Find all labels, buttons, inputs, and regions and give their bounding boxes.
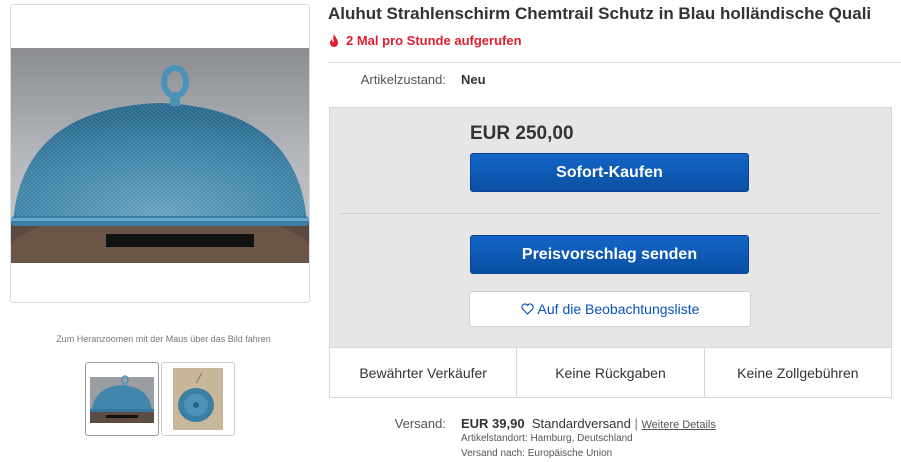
add-to-watchlist-button[interactable]: Auf die Beobachtungsliste [469,291,751,327]
thumbnail-2[interactable] [161,362,235,436]
badge-trusted-seller: Bewährter Verkäufer [330,348,518,397]
watchlist-label: Auf die Beobachtungsliste [537,301,700,317]
thumbnail-1[interactable] [85,362,159,436]
condition-label: Artikelzustand: [360,72,446,87]
shipping-price: EUR 39,90 [461,416,525,431]
fire-icon [330,33,338,47]
item-location: Artikelstandort: Hamburg, Deutschland [461,433,633,444]
shipping-details-link[interactable]: Weitere Details [641,419,715,431]
buy-now-button[interactable]: Sofort-Kaufen [470,153,749,192]
heart-icon [520,303,534,315]
shipping-separator: | [634,416,638,431]
seller-badges: Bewährter Verkäufer Keine Rückgaben Kein… [330,347,891,397]
zoom-hint: Zum Heranzoomen mit der Maus über das Bi… [56,334,271,344]
condition-value: Neu [461,72,486,87]
thumbnail-image [173,368,223,430]
shipping-method: Standardversand [531,416,631,431]
shipping-line: EUR 39,90 Standardversand | Weitere Deta… [461,416,716,431]
divider [328,62,901,63]
product-main-image[interactable] [11,48,309,263]
badge-no-returns: Keine Rückgaben [517,348,705,397]
buy-box-divider [340,213,881,214]
view-count: 2 Mal pro Stunde aufgerufen [328,33,522,48]
ships-to: Versand nach: Europäische Union [461,448,613,459]
thumbnail-image [90,375,154,423]
item-title: Aluhut Strahlenschirm Chemtrail Schutz i… [328,4,872,23]
make-offer-button[interactable]: Preisvorschlag senden [470,235,749,274]
badge-no-customs: Keine Zollgebühren [737,364,859,381]
view-count-text: 2 Mal pro Stunde aufgerufen [346,33,522,48]
shipping-label: Versand: [394,416,446,431]
main-image-frame[interactable] [10,4,310,303]
item-price: EUR 250,00 [470,123,574,144]
